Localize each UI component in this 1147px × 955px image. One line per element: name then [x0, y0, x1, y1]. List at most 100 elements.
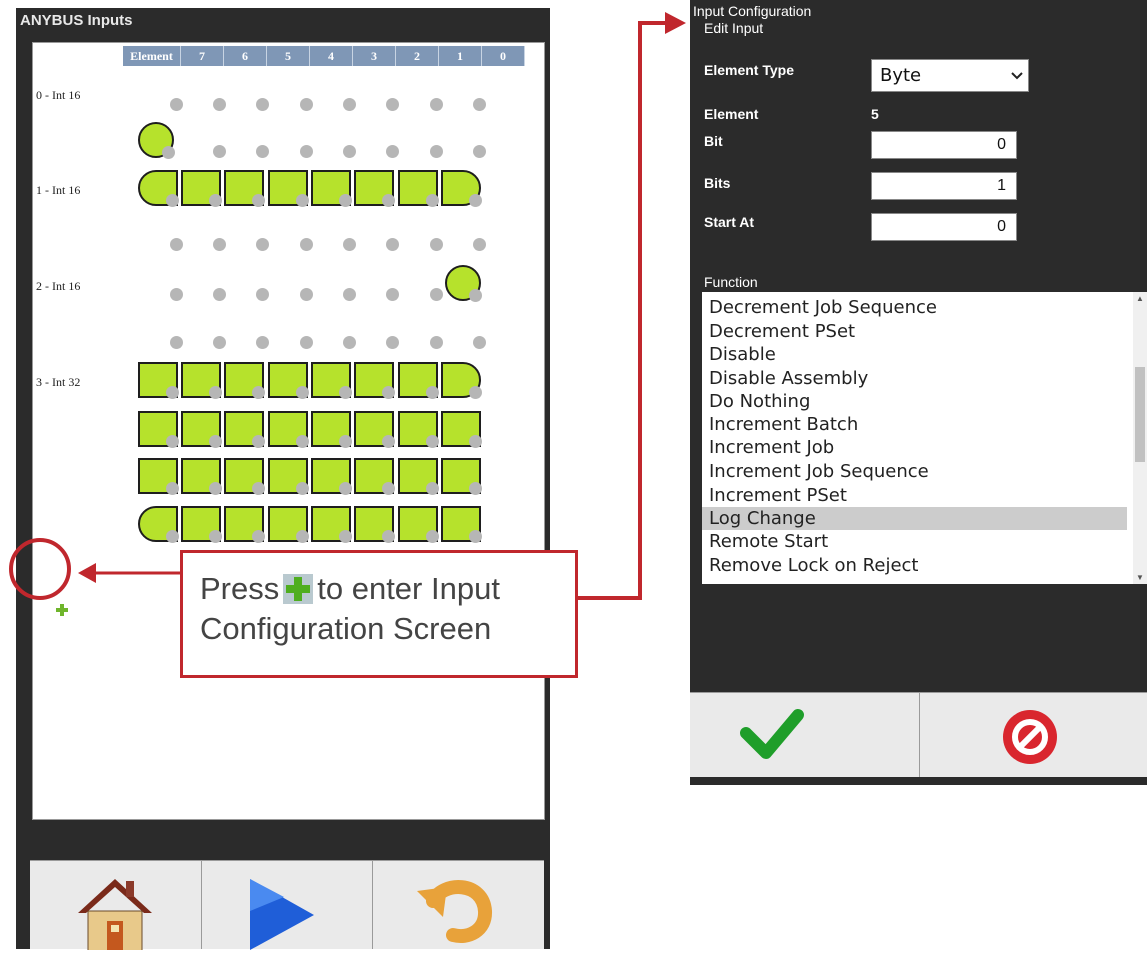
active-bit-segment[interactable]	[354, 170, 395, 207]
active-bit-segment[interactable]	[354, 506, 395, 543]
inactive-bit-dot[interactable]	[386, 98, 399, 111]
function-option[interactable]: Do Nothing	[702, 390, 1127, 413]
home-button[interactable]	[30, 860, 202, 952]
play-button[interactable]	[201, 860, 374, 950]
active-bit-segment[interactable]	[138, 506, 179, 543]
active-bit-segment[interactable]	[138, 362, 179, 399]
inactive-bit-dot[interactable]	[170, 238, 183, 251]
function-option[interactable]: Increment Job Sequence	[702, 460, 1127, 483]
active-bit-segment[interactable]	[268, 458, 309, 495]
scroll-up-arrow-icon[interactable]: ▲	[1136, 294, 1144, 303]
active-bit-segment[interactable]	[441, 170, 482, 207]
active-bit-segment[interactable]	[398, 411, 439, 448]
active-bit-segment[interactable]	[398, 506, 439, 543]
active-bit-segment[interactable]	[354, 411, 395, 448]
inactive-bit-dot[interactable]	[256, 336, 269, 349]
active-bit-segment[interactable]	[181, 411, 222, 448]
active-bit-segment[interactable]	[224, 170, 265, 207]
cancel-button[interactable]	[920, 693, 1147, 777]
inactive-bit-dot[interactable]	[386, 288, 399, 301]
inactive-bit-dot[interactable]	[473, 238, 486, 251]
active-bit-segment[interactable]	[354, 458, 395, 495]
active-bit-segment[interactable]	[441, 362, 482, 399]
inactive-bit-dot[interactable]	[430, 336, 443, 349]
function-option[interactable]: Remove Lock on Reject	[702, 554, 1127, 577]
inactive-bit-dot[interactable]	[170, 98, 183, 111]
active-bit-segment[interactable]	[138, 411, 179, 448]
active-bit-segment[interactable]	[268, 170, 309, 207]
function-list-scrollbar[interactable]: ▲ ▼	[1133, 292, 1147, 584]
inactive-bit-dot[interactable]	[170, 336, 183, 349]
inactive-bit-dot[interactable]	[386, 145, 399, 158]
inactive-bit-dot[interactable]	[473, 336, 486, 349]
function-option[interactable]: Disable Assembly	[702, 367, 1127, 390]
active-bit-segment[interactable]	[311, 506, 352, 543]
inactive-bit-dot[interactable]	[256, 145, 269, 158]
inactive-bit-dot[interactable]	[343, 336, 356, 349]
active-bit-segment[interactable]	[441, 506, 482, 543]
bit-input[interactable]: 0	[871, 131, 1017, 159]
active-bit-segment[interactable]	[441, 458, 482, 495]
inactive-bit-dot[interactable]	[213, 238, 226, 251]
function-option[interactable]: Disable	[702, 343, 1127, 366]
active-bit-segment[interactable]	[181, 170, 222, 207]
active-bit-segment[interactable]	[138, 170, 179, 207]
inactive-bit-dot[interactable]	[170, 288, 183, 301]
function-option[interactable]: Decrement Job Sequence	[702, 296, 1127, 319]
inactive-bit-dot[interactable]	[430, 98, 443, 111]
inactive-bit-dot[interactable]	[386, 336, 399, 349]
inactive-bit-dot[interactable]	[473, 145, 486, 158]
inactive-bit-dot[interactable]	[343, 98, 356, 111]
inactive-bit-dot[interactable]	[300, 238, 313, 251]
active-bit-segment[interactable]	[268, 411, 309, 448]
inactive-bit-dot[interactable]	[213, 336, 226, 349]
active-bit-segment[interactable]	[354, 362, 395, 399]
active-bit-segment[interactable]	[268, 506, 309, 543]
function-listbox[interactable]: Decrement Job Sequence Decrement PSet Di…	[702, 292, 1147, 584]
scrollbar-thumb[interactable]	[1135, 367, 1145, 462]
element-type-select[interactable]: Byte	[871, 59, 1029, 92]
bits-input[interactable]: 1	[871, 172, 1017, 200]
inactive-bit-dot[interactable]	[343, 288, 356, 301]
inactive-bit-dot[interactable]	[213, 288, 226, 301]
add-input-plus-icon[interactable]	[55, 603, 69, 617]
active-bit-segment[interactable]	[224, 411, 265, 448]
inactive-bit-dot[interactable]	[213, 98, 226, 111]
inactive-bit-dot[interactable]	[343, 145, 356, 158]
accept-button[interactable]	[690, 693, 920, 777]
undo-button[interactable]	[373, 860, 545, 949]
start-at-input[interactable]: 0	[871, 213, 1017, 241]
inactive-bit-dot[interactable]	[256, 288, 269, 301]
inactive-bit-dot[interactable]	[343, 238, 356, 251]
inactive-bit-dot[interactable]	[430, 238, 443, 251]
active-bit-segment[interactable]	[311, 411, 352, 448]
active-bit-segment[interactable]	[181, 458, 222, 495]
inactive-bit-dot[interactable]	[386, 238, 399, 251]
active-bit-segment[interactable]	[224, 362, 265, 399]
active-bit-segment[interactable]	[181, 506, 222, 543]
active-bit-segment[interactable]	[398, 170, 439, 207]
inactive-bit-dot[interactable]	[213, 145, 226, 158]
function-option[interactable]: Remote Start	[702, 530, 1127, 553]
function-option[interactable]: Increment Job	[702, 436, 1127, 459]
active-bit-segment[interactable]	[441, 411, 482, 448]
active-bit-segment[interactable]	[224, 458, 265, 495]
active-bit-segment[interactable]	[445, 265, 482, 302]
function-option[interactable]: Increment Batch	[702, 413, 1127, 436]
active-bit-segment[interactable]	[138, 122, 175, 159]
inactive-bit-dot[interactable]	[430, 288, 443, 301]
inactive-bit-dot[interactable]	[300, 145, 313, 158]
function-option[interactable]: Decrement PSet	[702, 320, 1127, 343]
scroll-down-arrow-icon[interactable]: ▼	[1136, 573, 1144, 582]
inactive-bit-dot[interactable]	[473, 98, 486, 111]
active-bit-segment[interactable]	[311, 458, 352, 495]
active-bit-segment[interactable]	[138, 458, 179, 495]
inactive-bit-dot[interactable]	[430, 145, 443, 158]
function-option[interactable]: Increment PSet	[702, 484, 1127, 507]
inactive-bit-dot[interactable]	[300, 336, 313, 349]
active-bit-segment[interactable]	[224, 506, 265, 543]
active-bit-segment[interactable]	[268, 362, 309, 399]
inactive-bit-dot[interactable]	[300, 288, 313, 301]
function-option-selected[interactable]: Log Change	[702, 507, 1127, 530]
active-bit-segment[interactable]	[398, 458, 439, 495]
